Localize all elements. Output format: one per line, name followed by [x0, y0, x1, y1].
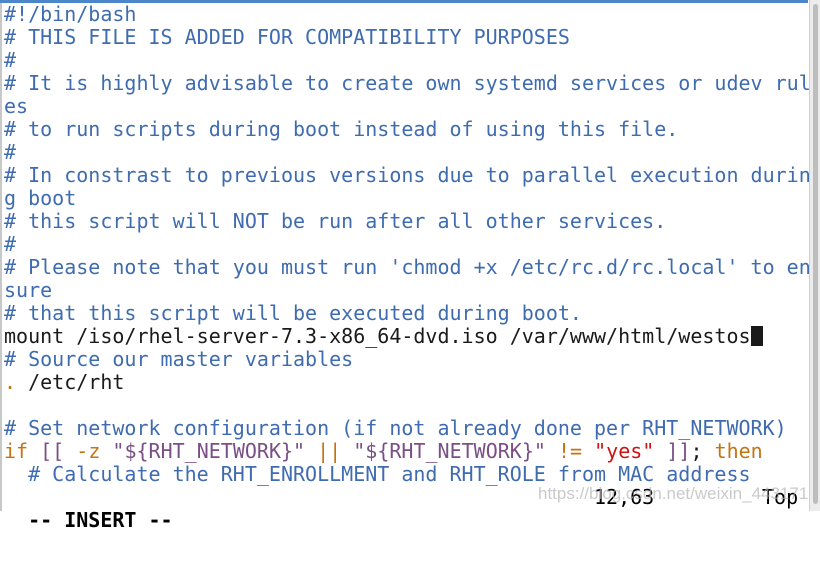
syntax-token: # Source our master variables — [4, 347, 354, 371]
syntax-token: "yes" — [594, 439, 655, 463]
scrollbar[interactable] — [809, 0, 820, 511]
buffer-line[interactable]: g boot — [4, 187, 811, 210]
syntax-token — [654, 439, 666, 463]
buffer-line[interactable]: # It is highly advisable to create own s… — [4, 72, 811, 95]
syntax-token — [64, 439, 76, 463]
syntax-token: # that this script will be executed duri… — [4, 301, 582, 325]
syntax-token: # — [4, 48, 17, 72]
buffer-line[interactable]: # — [4, 141, 811, 164]
syntax-token: # It is highly advisable to create own s… — [4, 71, 811, 95]
window-left-border — [0, 3, 2, 511]
syntax-token: # In constrast to previous versions due … — [4, 163, 811, 187]
text-cursor — [750, 326, 763, 346]
syntax-token: ; — [690, 439, 715, 463]
buffer-line[interactable]: . /etc/rht — [4, 371, 811, 394]
buffer-line[interactable]: # In constrast to previous versions due … — [4, 164, 811, 187]
syntax-token: g boot — [4, 186, 77, 210]
syntax-token: || — [317, 439, 342, 463]
syntax-token: # — [4, 232, 17, 256]
syntax-token: ]] — [666, 439, 691, 463]
syntax-token — [28, 439, 40, 463]
syntax-token: es — [4, 94, 29, 118]
syntax-token: # to run scripts during boot instead of … — [4, 117, 679, 141]
syntax-token: # Calculate the RHT_ENROLLMENT and RHT_R… — [4, 462, 751, 486]
scrollbar-thumb[interactable] — [813, 4, 818, 504]
syntax-token: # THIS FILE IS ADDED FOR COMPATIBILITY P… — [4, 25, 570, 49]
syntax-token: mount /iso/rhel-server-7.3-x86_64-dvd.is… — [4, 324, 751, 348]
buffer-line[interactable]: # that this script will be executed duri… — [4, 302, 811, 325]
syntax-token: . — [4, 370, 17, 394]
mode-indicator: -- INSERT -- — [28, 508, 173, 532]
buffer-line[interactable]: #!/bin/bash — [4, 3, 811, 26]
syntax-token: # Set network configuration (if not alre… — [4, 416, 787, 440]
syntax-token: # — [4, 140, 17, 164]
watermark: https://blog.csdn.net/weixin_44317199 — [538, 484, 820, 503]
syntax-token: if — [4, 439, 29, 463]
buffer-line[interactable]: # THIS FILE IS ADDED FOR COMPATIBILITY P… — [4, 26, 811, 49]
syntax-token: != — [557, 439, 583, 463]
buffer-line[interactable]: # Calculate the RHT_ENROLLMENT and RHT_R… — [4, 463, 811, 486]
buffer-line[interactable]: sure — [4, 279, 811, 302]
syntax-token: "${RHT_NETWORK}" — [112, 439, 306, 463]
syntax-token — [305, 439, 317, 463]
syntax-token: # Please note that you must run 'chmod +… — [4, 255, 811, 279]
editor-buffer[interactable]: #!/bin/bash # THIS FILE IS ADDED FOR COMP… — [4, 3, 811, 486]
buffer-line[interactable]: # Please note that you must run 'chmod +… — [4, 256, 811, 279]
buffer-line[interactable]: mount /iso/rhel-server-7.3-x86_64-dvd.is… — [4, 325, 811, 348]
syntax-token: -z — [76, 439, 101, 463]
syntax-token: # this script will NOT be run after all … — [4, 209, 667, 233]
syntax-token — [546, 439, 558, 463]
syntax-token — [582, 439, 594, 463]
buffer-line[interactable]: # — [4, 49, 811, 72]
syntax-token: [[ — [40, 439, 65, 463]
buffer-line[interactable]: # — [4, 233, 811, 256]
syntax-token: then — [714, 439, 763, 463]
buffer-line[interactable]: # this script will NOT be run after all … — [4, 210, 811, 233]
buffer-line[interactable]: es — [4, 95, 811, 118]
buffer-line[interactable] — [4, 394, 811, 417]
syntax-token: "${RHT_NETWORK}" — [353, 439, 546, 463]
buffer-line[interactable]: # to run scripts during boot instead of … — [4, 118, 811, 141]
buffer-line[interactable]: # Source our master variables — [4, 348, 811, 371]
syntax-token — [341, 439, 353, 463]
syntax-token — [100, 439, 112, 463]
buffer-line[interactable]: if [[ -z "${RHT_NETWORK}" || "${RHT_NETW… — [4, 440, 811, 463]
syntax-token: /etc/rht — [16, 370, 125, 394]
syntax-token: #!/bin/bash — [4, 2, 137, 26]
buffer-line[interactable]: # Set network configuration (if not alre… — [4, 417, 811, 440]
syntax-token: sure — [4, 278, 53, 302]
